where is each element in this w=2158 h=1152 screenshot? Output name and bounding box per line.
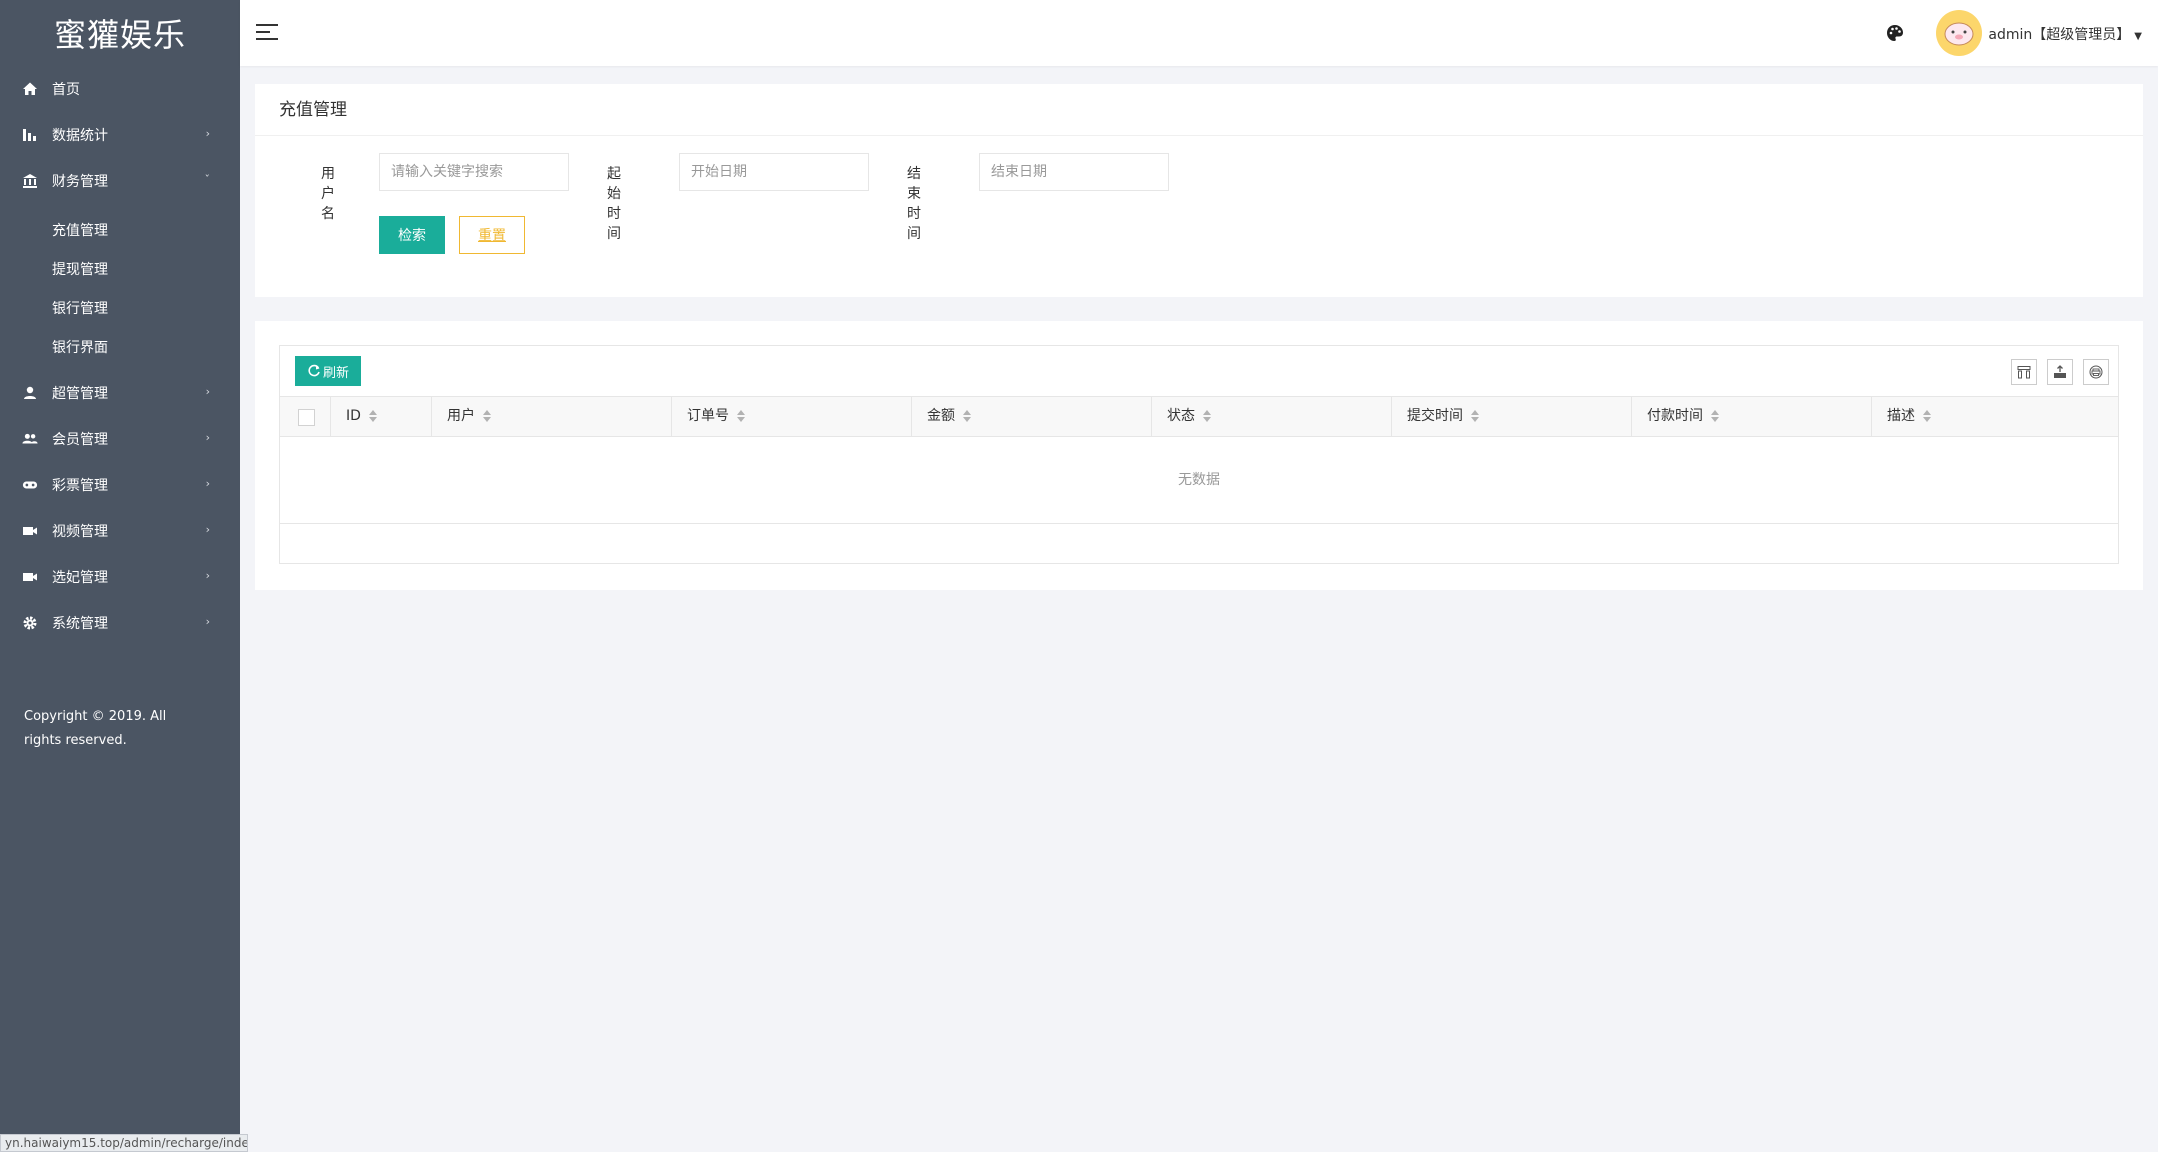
table-toolbar: 刷新 bbox=[280, 346, 2118, 396]
sidebar-item-video[interactable]: 视频管理 › bbox=[0, 508, 240, 554]
refresh-label: 刷新 bbox=[322, 365, 349, 381]
sidebar-item-label: 系统管理 bbox=[52, 616, 108, 632]
chevron-right-icon: › bbox=[205, 615, 210, 628]
menu-toggle-icon[interactable] bbox=[256, 24, 278, 42]
sort-icon[interactable] bbox=[1203, 410, 1211, 422]
sort-icon[interactable] bbox=[483, 410, 491, 422]
columns-filter-icon[interactable] bbox=[2011, 359, 2037, 385]
home-icon bbox=[22, 81, 38, 97]
column-header-pay-time[interactable]: 付款时间 bbox=[1632, 397, 1872, 436]
submenu-item-bank-ui[interactable]: 银行界面 bbox=[0, 327, 240, 366]
status-bar-url: yn.haiwaiym15.top/admin/recharge/index bbox=[0, 1134, 248, 1152]
user-icon bbox=[22, 385, 38, 401]
sidebar-item-lottery[interactable]: 彩票管理 › bbox=[0, 462, 240, 508]
sort-icon[interactable] bbox=[1711, 410, 1719, 422]
print-icon[interactable] bbox=[2083, 359, 2109, 385]
sidebar-item-super-admin[interactable]: 超管管理 › bbox=[0, 370, 240, 416]
sidebar-item-label: 选妃管理 bbox=[52, 570, 108, 586]
username-search-input[interactable] bbox=[379, 153, 569, 191]
chevron-right-icon: › bbox=[205, 523, 210, 536]
page-title: 充值管理 bbox=[255, 84, 2143, 136]
sidebar-item-home[interactable]: 首页 bbox=[0, 66, 240, 112]
sort-icon[interactable] bbox=[1923, 410, 1931, 422]
copyright-text: Copyright © 2019. All rights reserved. bbox=[24, 709, 167, 748]
users-icon bbox=[22, 431, 38, 447]
export-icon[interactable] bbox=[2047, 359, 2073, 385]
top-header: admin【超级管理员】 ▼ bbox=[240, 0, 2158, 66]
select-all-cell bbox=[280, 397, 331, 436]
sort-icon[interactable] bbox=[368, 410, 377, 422]
video-icon bbox=[22, 569, 38, 585]
table-header: ID 用户 订单号 金额 状态 提交时间 付款时间 描述 bbox=[280, 396, 2118, 437]
avatar[interactable] bbox=[1936, 10, 1982, 56]
column-header-user[interactable]: 用户 bbox=[432, 397, 672, 436]
column-header-status[interactable]: 状态 bbox=[1152, 397, 1392, 436]
video-icon bbox=[22, 523, 38, 539]
user-menu[interactable]: admin【超级管理员】 ▼ bbox=[1988, 24, 2142, 44]
finance-submenu: 充值管理 提现管理 银行管理 银行界面 bbox=[0, 204, 240, 370]
end-time-label: 结束时间 bbox=[907, 166, 921, 242]
sidebar-item-statistics[interactable]: 数据统计 › bbox=[0, 112, 240, 158]
sidebar-item-label: 超管管理 bbox=[52, 386, 108, 402]
submenu-item-bank[interactable]: 银行管理 bbox=[0, 288, 240, 327]
chevron-right-icon: › bbox=[205, 431, 210, 444]
refresh-icon bbox=[307, 364, 321, 378]
column-header-submit-time[interactable]: 提交时间 bbox=[1392, 397, 1632, 436]
empty-state: 无数据 bbox=[280, 437, 2118, 524]
start-date-input[interactable] bbox=[679, 153, 869, 191]
chevron-down-icon: ˇ bbox=[204, 173, 211, 186]
chevron-right-icon: › bbox=[205, 569, 210, 582]
sidebar-item-members[interactable]: 会员管理 › bbox=[0, 416, 240, 462]
search-button[interactable]: 检索 bbox=[379, 216, 445, 254]
sidebar-menu: 首页 数据统计 › 财务管理 ˇ 充值管理 提现管理 银行管理 银行界面 超管管… bbox=[0, 66, 240, 646]
sidebar-item-label: 视频管理 bbox=[52, 524, 108, 540]
caret-down-icon: ▼ bbox=[2134, 31, 2142, 42]
column-header-amount[interactable]: 金额 bbox=[912, 397, 1152, 436]
sidebar-item-finance[interactable]: 财务管理 ˇ bbox=[0, 158, 240, 204]
end-date-input[interactable] bbox=[979, 153, 1169, 191]
sidebar-item-concubine[interactable]: 选妃管理 › bbox=[0, 554, 240, 600]
brand-logo[interactable]: 蜜獾娱乐 bbox=[0, 0, 240, 66]
chevron-right-icon: › bbox=[205, 477, 210, 490]
start-time-label: 起始时间 bbox=[607, 166, 621, 242]
refresh-button[interactable]: 刷新 bbox=[295, 356, 361, 386]
submenu-item-recharge[interactable]: 充值管理 bbox=[0, 210, 240, 249]
user-name: admin【超级管理员】 bbox=[1988, 27, 2131, 43]
sort-icon[interactable] bbox=[737, 410, 745, 422]
sort-icon[interactable] bbox=[1471, 410, 1479, 422]
reset-button[interactable]: 重置 bbox=[459, 216, 525, 254]
column-header-description[interactable]: 描述 bbox=[1872, 397, 2118, 436]
bank-icon bbox=[22, 173, 38, 189]
search-card: 充值管理 用户名 起始时间 结束时间 检索 重置 bbox=[255, 84, 2143, 297]
select-all-checkbox[interactable] bbox=[298, 409, 315, 426]
chevron-right-icon: › bbox=[205, 127, 210, 140]
sidebar-item-label: 彩票管理 bbox=[52, 478, 108, 494]
sidebar-item-label: 会员管理 bbox=[52, 432, 108, 448]
sidebar-item-system[interactable]: 系统管理 › bbox=[0, 600, 240, 646]
gamepad-icon bbox=[22, 477, 38, 493]
sidebar: 蜜獾娱乐 首页 数据统计 › 财务管理 ˇ 充值管理 提现管理 银行管理 银行界… bbox=[0, 0, 240, 1152]
palette-icon[interactable] bbox=[1886, 24, 1904, 42]
gear-icon bbox=[22, 615, 38, 631]
username-label: 用户名 bbox=[321, 166, 335, 222]
bar-chart-icon bbox=[22, 127, 38, 143]
sort-icon[interactable] bbox=[963, 410, 971, 422]
column-header-order-no[interactable]: 订单号 bbox=[672, 397, 912, 436]
chevron-right-icon: › bbox=[205, 385, 210, 398]
data-table: 刷新 ID 用户 订单号 金额 状态 提交时间 付款时间 描述 无数据 bbox=[279, 345, 2119, 564]
sidebar-item-label: 数据统计 bbox=[52, 128, 108, 144]
sidebar-item-label: 财务管理 bbox=[52, 174, 108, 190]
table-card: 刷新 ID 用户 订单号 金额 状态 提交时间 付款时间 描述 无数据 bbox=[255, 321, 2143, 590]
column-header-id[interactable]: ID bbox=[331, 397, 432, 436]
sidebar-item-label: 首页 bbox=[52, 82, 80, 98]
submenu-item-withdraw[interactable]: 提现管理 bbox=[0, 249, 240, 288]
